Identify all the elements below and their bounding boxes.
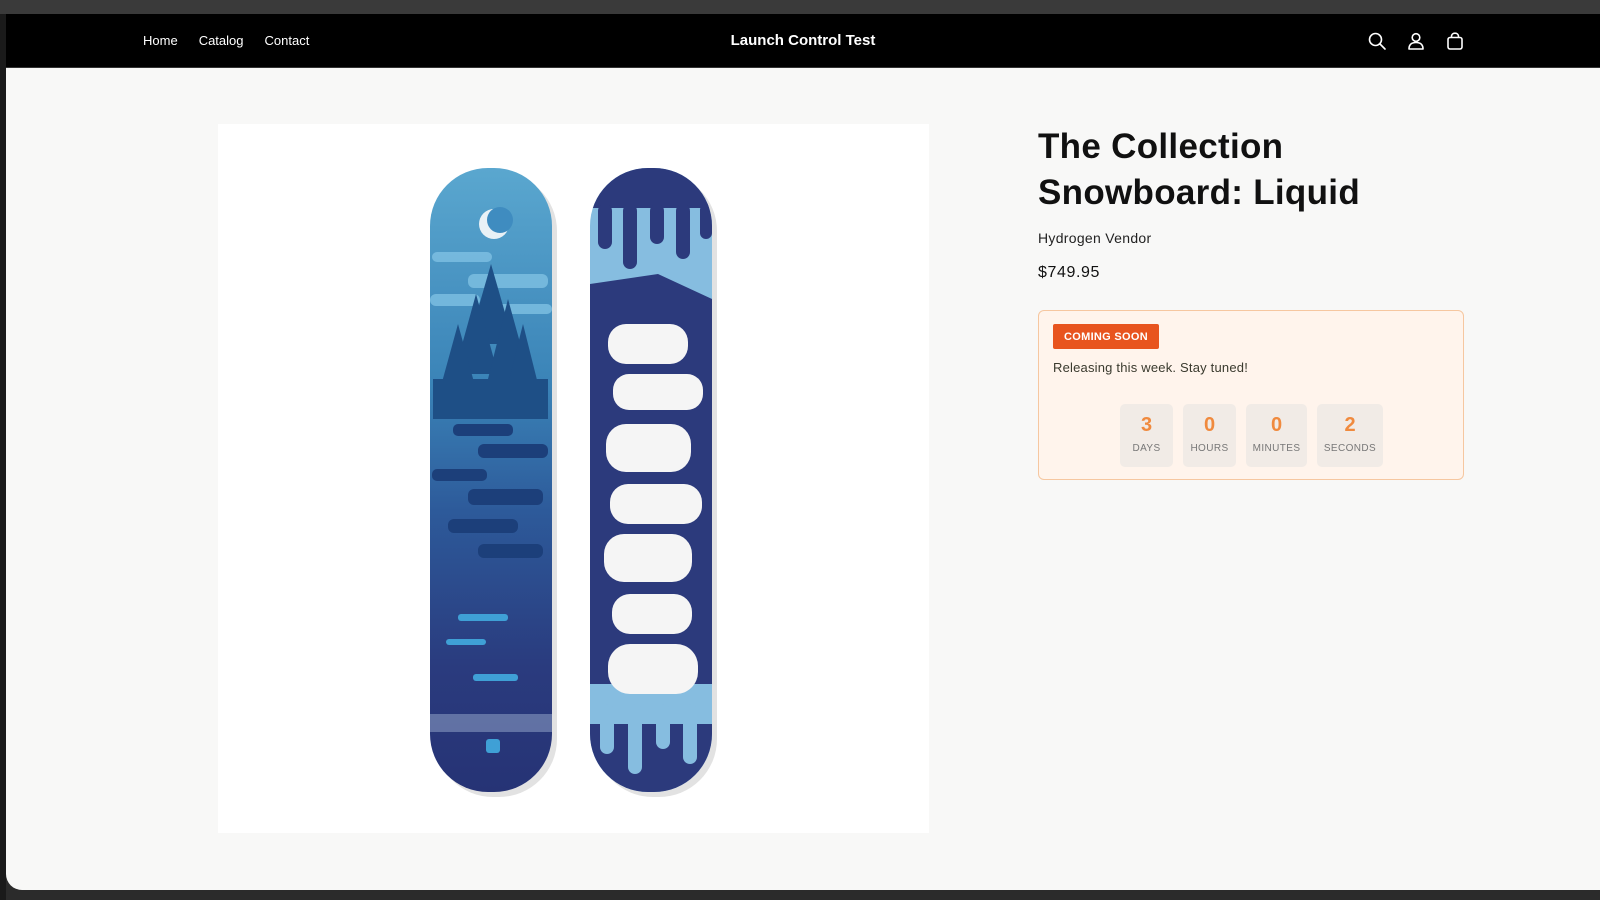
header-icons bbox=[1366, 14, 1466, 67]
countdown-seconds-value: 2 bbox=[1344, 414, 1356, 436]
product-price: $749.95 bbox=[1038, 264, 1101, 281]
browser-top-strip bbox=[0, 0, 1600, 14]
launch-control-box: COMING SOON Releasing this week. Stay tu… bbox=[1038, 310, 1464, 480]
countdown-days: 3 DAYS bbox=[1120, 404, 1173, 467]
countdown-days-value: 3 bbox=[1140, 414, 1153, 436]
nav-link-catalog[interactable]: Catalog bbox=[199, 33, 244, 48]
product-image[interactable] bbox=[218, 124, 929, 833]
snowboard-pair-image bbox=[430, 168, 717, 797]
main-menu: Home Catalog Contact bbox=[143, 14, 309, 67]
store-window: Home Catalog Contact Launch Control Test bbox=[6, 14, 1600, 890]
product-vendor: Hydrogen Vendor bbox=[1038, 230, 1152, 246]
countdown-minutes-value: 0 bbox=[1270, 414, 1283, 436]
product-info: The Collection Snowboard: Liquid Hydroge… bbox=[1038, 124, 1468, 480]
cart-icon[interactable] bbox=[1444, 30, 1466, 52]
countdown-hours-value: 0 bbox=[1203, 414, 1216, 436]
countdown-days-label: DAYS bbox=[1132, 443, 1161, 454]
countdown-minutes: 0 MINUTES bbox=[1246, 404, 1307, 467]
launch-message: Releasing this week. Stay tuned! bbox=[1053, 360, 1249, 375]
countdown-hours-label: HOURS bbox=[1190, 443, 1229, 454]
account-icon[interactable] bbox=[1405, 30, 1427, 52]
search-icon[interactable] bbox=[1366, 30, 1388, 52]
nav-link-contact[interactable]: Contact bbox=[265, 33, 310, 48]
countdown-seconds: 2 SECONDS bbox=[1317, 404, 1383, 467]
product-title: The Collection Snowboard: Liquid bbox=[1038, 127, 1360, 212]
countdown-minutes-label: MINUTES bbox=[1252, 443, 1301, 454]
header-nav: Home Catalog Contact Launch Control Test bbox=[6, 14, 1600, 68]
countdown-hours: 0 HOURS bbox=[1183, 404, 1236, 467]
coming-soon-badge: COMING SOON bbox=[1053, 324, 1159, 349]
nav-link-home[interactable]: Home bbox=[143, 33, 178, 48]
countdown-seconds-label: SECONDS bbox=[1323, 443, 1377, 454]
countdown-timer: 3 DAYS 0 HOURS 0 MINUTES 2 SECONDS bbox=[1120, 404, 1383, 467]
